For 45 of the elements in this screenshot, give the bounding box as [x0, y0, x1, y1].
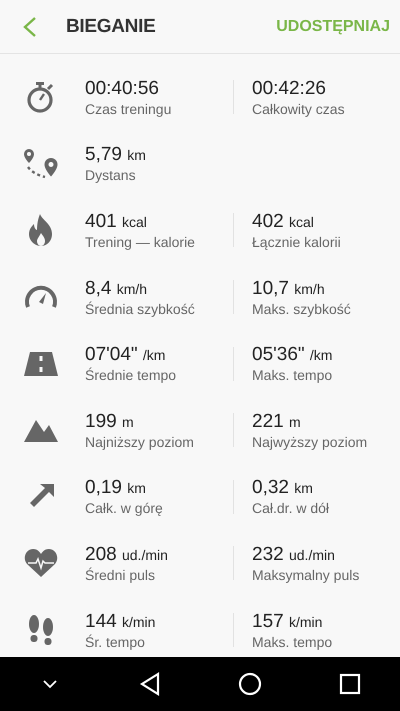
- back-icon[interactable]: [139, 672, 161, 696]
- stat-label: Trening — kalorie: [85, 234, 196, 250]
- recent-apps-icon[interactable]: [339, 673, 361, 695]
- stat-value: 144 k/min: [85, 610, 156, 633]
- stat-value: 232 ud./min: [252, 544, 336, 566]
- stat-label: Maksymalny puls: [252, 566, 360, 583]
- stat-label: Dystans: [85, 167, 137, 184]
- stat-value: 00:42:26: [252, 78, 327, 100]
- stat-value: 10,7 km/h: [252, 278, 326, 300]
- stat-label: Całkowity czas: [252, 100, 346, 117]
- stat-label: Czas treningu: [85, 100, 172, 117]
- home-icon[interactable]: [238, 672, 262, 696]
- road-icon: [23, 350, 59, 378]
- stat-label: Średnie tempo: [85, 367, 178, 384]
- stat-value: 208 ud./min: [85, 544, 169, 566]
- stat-label: Najwyższy poziom: [252, 434, 368, 450]
- stat-label: Łącznie kalorii: [252, 234, 342, 250]
- flame-icon: [28, 213, 54, 248]
- stat-value: 199 m: [85, 410, 135, 433]
- stat-label: Maks. szybkość: [252, 300, 352, 317]
- footprints-icon: [27, 614, 55, 646]
- stat-label: Średnia szybkość: [85, 300, 196, 317]
- stat-value: 8,4 km/h: [85, 278, 148, 300]
- stat-value: 05'36" /km: [252, 344, 334, 366]
- stat-value: 157 k/min: [252, 610, 324, 633]
- stat-value: 5,79 km: [85, 144, 147, 166]
- stat-label: Maks. tempo: [252, 367, 334, 384]
- collapse-icon[interactable]: [42, 679, 58, 689]
- stat-value: 0,19 km: [85, 477, 147, 500]
- stat-value: 401 kcal: [85, 210, 148, 233]
- stat-value: 221 m: [252, 410, 302, 433]
- stat-label: Średni puls: [85, 566, 156, 583]
- stat-value: 0,32 km: [252, 477, 314, 500]
- stat-value: 402 kcal: [252, 210, 315, 233]
- stat-label: Całk. w górę: [85, 500, 164, 516]
- screen-title: BIEGANIE: [66, 16, 156, 38]
- stat-value: 07'04" /km: [85, 344, 166, 366]
- stat-label: Śr. tempo: [85, 634, 146, 650]
- stat-label: Najniższy poziom: [85, 434, 195, 450]
- stat-value: 00:40:56: [85, 78, 160, 100]
- stat-label: Cał.dr. w dół: [252, 500, 330, 516]
- heart-icon: [24, 548, 58, 578]
- route-icon: [23, 146, 59, 181]
- share-button[interactable]: UDOSTĘPNIAJ: [276, 18, 390, 36]
- stat-label: Maks. tempo: [252, 634, 334, 650]
